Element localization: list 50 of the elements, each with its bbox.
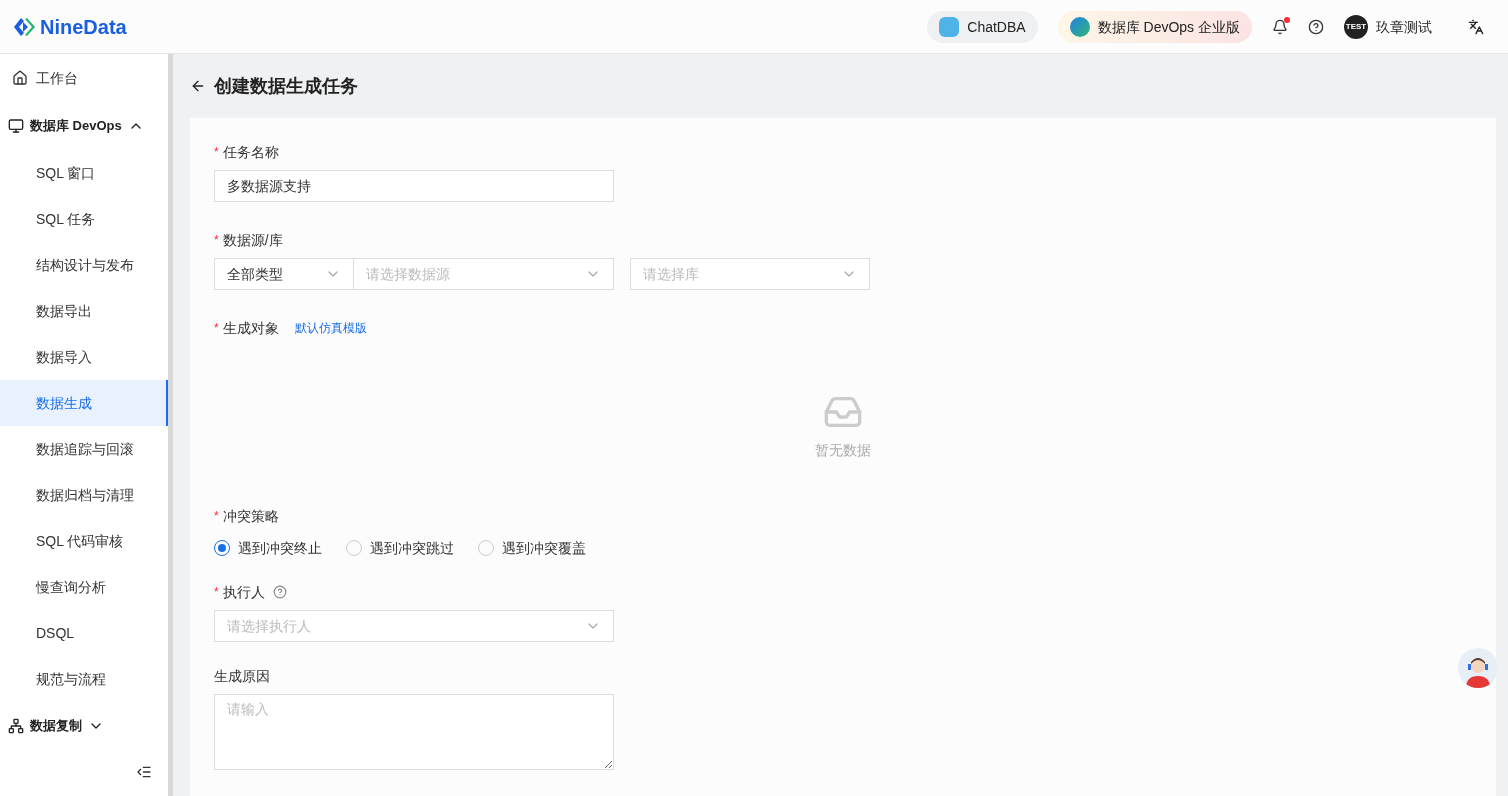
monitor-icon xyxy=(8,118,24,134)
required-mark: * xyxy=(214,144,219,160)
sidebar-item[interactable]: 规范与流程 xyxy=(0,656,168,702)
collapse-sidebar-icon[interactable] xyxy=(136,764,152,780)
chatdba-button[interactable]: ChatDBA xyxy=(927,10,1038,43)
field-label: 数据源/库 xyxy=(222,231,283,250)
globe-icon xyxy=(1069,16,1090,37)
sidebar-group[interactable]: 数据复制 xyxy=(0,702,168,748)
field-label: 执行人 xyxy=(222,583,265,602)
user-name[interactable]: 玖章测试 xyxy=(1376,16,1432,37)
sidebar-item[interactable]: SQL 窗口 xyxy=(0,150,168,196)
empty-text: 暂无数据 xyxy=(815,441,871,460)
radio-option[interactable]: 遇到冲突终止 xyxy=(214,538,322,558)
sidebar-item[interactable]: 数据导出 xyxy=(0,288,168,334)
sidebar-item[interactable]: SQL 任务 xyxy=(0,196,168,242)
help-icon xyxy=(272,585,287,599)
sidebar-item[interactable]: 数据归档与清理 xyxy=(0,472,168,518)
task-name-input[interactable]: 多数据源支持 xyxy=(214,170,614,202)
sidebar-item[interactable]: 数据导入 xyxy=(0,334,168,380)
template-link[interactable]: 默认仿真模版 xyxy=(294,320,367,336)
required-mark: * xyxy=(214,584,219,600)
required-mark: * xyxy=(214,508,219,524)
sidebar-item[interactable]: 工作台 xyxy=(0,54,168,102)
field-label: 生成原因 xyxy=(214,667,270,686)
field-label: 任务名称 xyxy=(222,143,279,162)
help-icon[interactable] xyxy=(1308,18,1324,35)
sidebar-group[interactable]: 数据库 DevOps xyxy=(0,102,168,150)
page-title: 创建数据生成任务 xyxy=(214,75,358,98)
field-label: 生成对象 xyxy=(222,319,279,338)
language-icon[interactable] xyxy=(1468,18,1484,35)
reason-textarea[interactable]: 请输入 xyxy=(214,694,614,770)
required-mark: * xyxy=(214,232,219,248)
home-icon xyxy=(12,70,28,86)
logo-text: NineData xyxy=(40,14,127,40)
edition-button[interactable]: 数据库 DevOps 企业版 xyxy=(1057,10,1252,43)
sidebar-item[interactable]: SQL 代码审核 xyxy=(0,518,168,564)
radio-option[interactable]: 遇到冲突跳过 xyxy=(346,538,454,558)
sidebar-item[interactable]: DSQL xyxy=(0,610,168,656)
user-avatar[interactable]: TEST xyxy=(1344,14,1368,39)
back-icon[interactable] xyxy=(190,78,206,94)
sidebar-item[interactable]: 数据追踪与回滚 xyxy=(0,426,168,472)
type-select[interactable]: 全部类型 xyxy=(214,258,354,290)
radio-option[interactable]: 遇到冲突覆盖 xyxy=(478,538,586,558)
sidebar-item[interactable]: 结构设计与发布 xyxy=(0,242,168,288)
field-label: 冲突策略 xyxy=(222,507,279,526)
network-icon xyxy=(8,718,24,734)
notification-button[interactable] xyxy=(1272,18,1288,35)
sidebar-item[interactable]: 数据生成 xyxy=(0,380,168,426)
required-mark: * xyxy=(214,320,219,336)
sidebar-item[interactable]: 慢查询分析 xyxy=(0,564,168,610)
